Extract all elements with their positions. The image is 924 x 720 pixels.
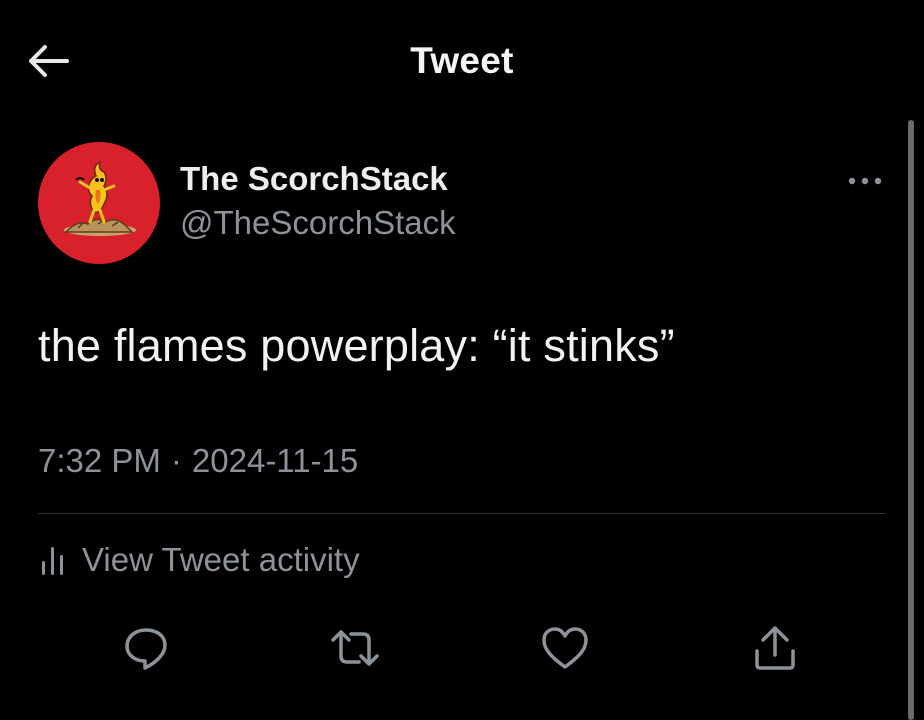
author-display-name[interactable]: The ScorchStack	[180, 160, 448, 198]
retweet-icon	[331, 630, 379, 666]
reply-icon	[125, 628, 167, 670]
bar-chart-icon	[42, 547, 63, 575]
share-icon	[755, 626, 795, 670]
tweet-date: 2024-11-15	[191, 442, 359, 479]
more-options-button[interactable]	[840, 166, 890, 196]
tweet-text: the flames powerplay: “it stinks”	[38, 320, 675, 371]
share-button[interactable]	[745, 618, 805, 678]
page-title: Tweet	[410, 40, 514, 81]
like-button[interactable]	[535, 618, 595, 678]
heart-icon	[542, 627, 588, 669]
tweet-action-bar	[0, 618, 924, 678]
avatar-image	[64, 160, 136, 236]
avatar[interactable]	[38, 142, 160, 264]
tweet-time: 7:32 PM	[38, 442, 161, 479]
timestamp-separator: ·	[170, 442, 182, 479]
author-handle[interactable]: @TheScorchStack	[180, 204, 456, 242]
divider	[38, 513, 886, 514]
reply-button[interactable]	[116, 618, 176, 678]
ellipsis-icon	[848, 177, 882, 185]
top-nav-bar: Tweet	[0, 0, 924, 120]
tweet-timestamp[interactable]: 7:32 PM · 2024-11-15	[38, 442, 358, 480]
view-tweet-activity-button[interactable]: View Tweet activity	[38, 538, 360, 582]
view-tweet-activity-label: View Tweet activity	[82, 541, 360, 578]
retweet-button[interactable]	[325, 618, 385, 678]
